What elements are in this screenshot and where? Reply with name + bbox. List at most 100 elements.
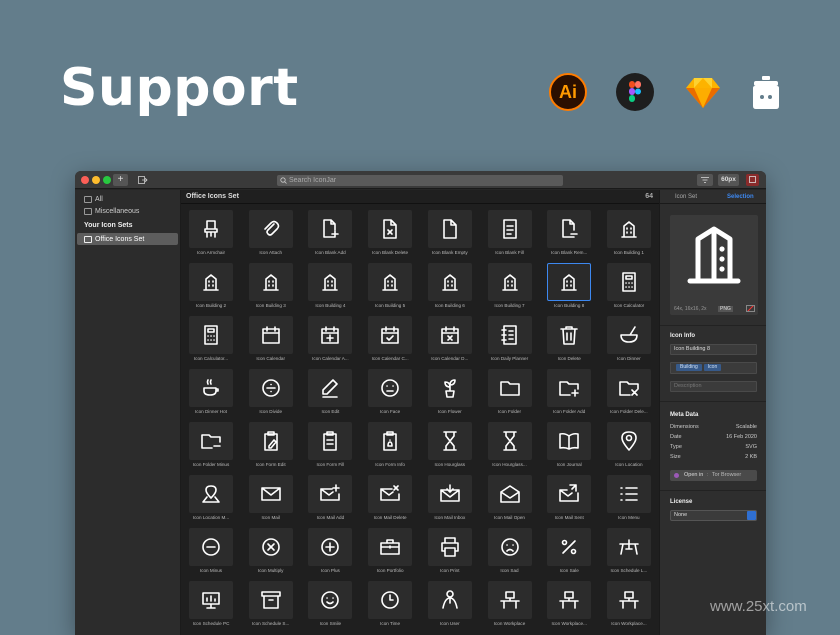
icon-tile-frame xyxy=(308,316,353,354)
icon-tile-label: Icon Delete xyxy=(557,356,581,361)
icon-tile[interactable]: Icon Form Info xyxy=(360,420,420,473)
filter-button[interactable] xyxy=(697,174,713,186)
icon-tile[interactable]: Icon Building 3 xyxy=(241,261,301,314)
icon-tile[interactable]: Icon Schedule S... xyxy=(241,579,301,632)
icon-tile[interactable]: Icon Mail Open xyxy=(480,473,540,526)
icon-tile[interactable]: Icon Mail xyxy=(241,473,301,526)
icon-tile[interactable]: Icon Building 1 xyxy=(599,208,659,261)
icon-tile[interactable]: Icon Portfolio xyxy=(360,526,420,579)
sidebar-item-label: Miscellaneous xyxy=(95,208,140,215)
icon-tile-label: Icon Calendar xyxy=(256,356,285,361)
color-button[interactable] xyxy=(746,174,759,186)
close-window-button[interactable] xyxy=(81,176,89,184)
icon-tile[interactable]: Icon Hourglass xyxy=(420,420,480,473)
icon-tile[interactable]: Icon Calculator xyxy=(599,261,659,314)
icon-tile[interactable]: Icon Minus xyxy=(181,526,241,579)
icon-tile-label: Icon Dinner xyxy=(617,356,641,361)
icon-tile[interactable]: Icon Building 2 xyxy=(181,261,241,314)
description-field[interactable]: Description xyxy=(670,381,757,392)
sidebar-item-misc[interactable]: Miscellaneous xyxy=(84,208,139,215)
search-input[interactable]: Search IconJar xyxy=(277,175,563,186)
icon-tile[interactable]: Icon Schedule PC xyxy=(181,579,241,632)
icon-tile[interactable]: Icon Face xyxy=(360,367,420,420)
icon-tile[interactable]: Icon Mail Delete xyxy=(360,473,420,526)
icon-tile-label: Icon Dinner Hot xyxy=(195,409,227,414)
icon-tile[interactable]: Icon Sad xyxy=(480,526,540,579)
icon-tile[interactable]: Icon Multiply xyxy=(241,526,301,579)
preview-sizes[interactable]: 64x, 16x16, 2x xyxy=(674,306,707,312)
icon-tile[interactable]: Icon Hourglass... xyxy=(480,420,540,473)
icon-tile[interactable]: Icon Blank Delete xyxy=(360,208,420,261)
icon-name-field[interactable]: Icon Building 8 xyxy=(670,344,757,355)
icon-tile[interactable]: Icon Building 4 xyxy=(300,261,360,314)
icon-tile[interactable]: Icon Calendar D... xyxy=(420,314,480,367)
divider xyxy=(660,325,766,326)
icon-tile[interactable]: Icon Building 6 xyxy=(420,261,480,314)
icon-tile[interactable]: Icon Location M... xyxy=(181,473,241,526)
sidebar-item-office-icons-set[interactable]: Office Icons Set xyxy=(77,233,178,245)
icon-tile[interactable]: Icon Folder xyxy=(480,367,540,420)
tab-icon-set[interactable]: Icon Set xyxy=(675,190,697,204)
icon-tile[interactable]: Icon Daily Planner xyxy=(480,314,540,367)
import-button[interactable] xyxy=(135,174,150,186)
zoom-window-button[interactable] xyxy=(103,176,111,184)
icon-tile[interactable]: Icon Folder Add xyxy=(539,367,599,420)
icon-tile[interactable]: Icon Schedule L... xyxy=(599,526,659,579)
icon-tile[interactable]: Icon Form Edit xyxy=(241,420,301,473)
icon-tile[interactable]: Icon Calculator... xyxy=(181,314,241,367)
icon-tile[interactable]: Icon Sale xyxy=(539,526,599,579)
icon-tile[interactable]: Icon User xyxy=(420,579,480,632)
icon-tile[interactable]: Icon Blank Add xyxy=(300,208,360,261)
icon-tile[interactable]: Icon Mail Sent xyxy=(539,473,599,526)
icon-tile[interactable]: Icon Divide xyxy=(241,367,301,420)
icon-tile[interactable]: Icon Attach xyxy=(241,208,301,261)
icon-tile[interactable]: Icon Location xyxy=(599,420,659,473)
icon-tile[interactable]: Icon Workplace... xyxy=(599,579,659,632)
icon-tile[interactable]: Icon Calendar C... xyxy=(360,314,420,367)
icon-tile[interactable]: Icon Folder Minus xyxy=(181,420,241,473)
icon-tile[interactable]: Icon Mail Inbox xyxy=(420,473,480,526)
icon-tile[interactable]: Icon Journal xyxy=(539,420,599,473)
icon-tile[interactable]: Icon Dinner xyxy=(599,314,659,367)
icon-tile[interactable]: Icon Blank Rem... xyxy=(539,208,599,261)
icon-tile[interactable]: Icon Plus xyxy=(300,526,360,579)
tag-chip[interactable]: Building xyxy=(676,364,702,371)
icon-tile[interactable]: Icon Mail Add xyxy=(300,473,360,526)
icon-tile[interactable]: Icon Building 7 xyxy=(480,261,540,314)
icon-tile[interactable]: Icon Blank Fill xyxy=(480,208,540,261)
icon-tile[interactable]: Icon Workplace xyxy=(480,579,540,632)
icon-tile-label: Icon Time xyxy=(380,621,401,626)
open-in-button[interactable]: Open in : Tor Browser xyxy=(670,470,757,481)
icon-tile[interactable]: Icon Armchair xyxy=(181,208,241,261)
icon-tile[interactable]: Icon Folder Dele... xyxy=(599,367,659,420)
sidebar-item-all[interactable]: All xyxy=(84,196,103,203)
icon-tile[interactable]: Icon Blank Empty xyxy=(420,208,480,261)
icon-tile[interactable]: Icon Flower xyxy=(420,367,480,420)
icon-tile[interactable]: Icon Calendar A... xyxy=(300,314,360,367)
license-select[interactable]: None xyxy=(670,510,757,521)
icon-tile[interactable]: Icon Form Fill xyxy=(300,420,360,473)
icon-tile[interactable]: Icon Delete xyxy=(539,314,599,367)
minimize-window-button[interactable] xyxy=(92,176,100,184)
icon-tile[interactable]: Icon Calendar xyxy=(241,314,301,367)
icon-tile[interactable]: Icon Building 8 xyxy=(539,261,599,314)
icon-tile[interactable]: Icon Time xyxy=(360,579,420,632)
icon-tile[interactable]: Icon Building 5 xyxy=(360,261,420,314)
icon-tile[interactable]: Icon Smile xyxy=(300,579,360,632)
add-button[interactable]: + xyxy=(113,174,128,186)
icon-tile[interactable]: Icon Print xyxy=(420,526,480,579)
easel-icon xyxy=(619,539,639,555)
icon-tile[interactable]: Icon Edit xyxy=(300,367,360,420)
icon-tile-frame xyxy=(487,210,532,248)
icon-tile[interactable]: Icon Workplace... xyxy=(539,579,599,632)
icon-tile[interactable]: Icon Dinner Hot xyxy=(181,367,241,420)
icon-tile-frame xyxy=(487,369,532,407)
preview-format-select[interactable]: PNG xyxy=(718,306,733,312)
tab-selection[interactable]: Selection xyxy=(727,190,754,204)
no-color-swatch-icon[interactable] xyxy=(746,305,755,312)
tag-chip[interactable]: Icon xyxy=(703,364,722,371)
size-button[interactable]: 60px xyxy=(718,174,739,186)
icon-tile[interactable]: Icon Menu xyxy=(599,473,659,526)
collection-icon xyxy=(84,208,92,215)
tags-field[interactable]: Building Icon xyxy=(670,362,757,374)
